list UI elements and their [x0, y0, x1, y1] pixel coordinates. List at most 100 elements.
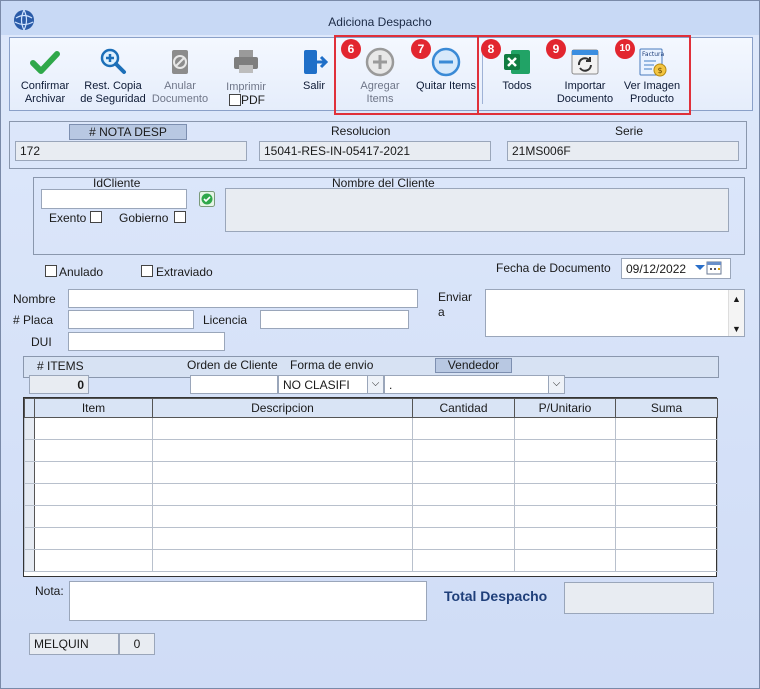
import-refresh-icon — [571, 49, 599, 75]
table-cell[interactable] — [34, 505, 153, 528]
vendedor-label: Vendedor — [435, 358, 512, 373]
fecha-documento-value: 09/12/2022 — [626, 262, 687, 276]
table-row[interactable] — [24, 439, 718, 462]
anulado-checkbox[interactable] — [45, 265, 57, 277]
confirm-archive-button[interactable]: Confirmar Archivar — [14, 38, 76, 110]
table-cell[interactable] — [412, 417, 515, 440]
table-row[interactable] — [24, 527, 718, 550]
table-cell[interactable] — [514, 483, 616, 506]
nota-desp-label: # NOTA DESP — [69, 124, 187, 140]
chevron-down-icon[interactable]: ⌵ — [367, 376, 383, 393]
dui-input[interactable] — [68, 332, 225, 351]
orden-cliente-input[interactable] — [190, 375, 278, 394]
table-cell[interactable] — [412, 461, 515, 484]
table-cell[interactable] — [615, 461, 718, 484]
remove-items-label: Quitar Items — [416, 80, 476, 92]
table-row[interactable] — [24, 549, 718, 572]
cancel-document-button[interactable]: Anular Documento — [148, 38, 212, 110]
svg-text:Factura: Factura — [642, 51, 664, 58]
table-cell[interactable] — [615, 549, 718, 572]
nombre-label: Nombre — [13, 292, 56, 306]
table-cell[interactable] — [615, 527, 718, 550]
items-count-label: # ITEMS — [37, 359, 84, 373]
table-cell[interactable] — [152, 505, 413, 528]
excel-icon — [504, 50, 530, 74]
gobierno-checkbox[interactable] — [174, 211, 186, 223]
table-cell[interactable] — [412, 483, 515, 506]
table-cell[interactable] — [615, 505, 718, 528]
table-cell[interactable] — [412, 505, 515, 528]
extraviado-checkbox[interactable] — [141, 265, 153, 277]
title-bar: Adiciona Despacho — [1, 1, 759, 35]
print-button[interactable]: Imprimir PDF — [216, 38, 276, 110]
confirm-archive-label: Confirmar Archivar — [20, 80, 70, 105]
table-cell[interactable] — [615, 417, 718, 440]
table-cell[interactable] — [152, 527, 413, 550]
dialog-window: Adiciona Despacho Confirmar Archivar Res… — [0, 0, 760, 689]
exit-button[interactable]: Salir — [286, 38, 342, 110]
column-header-cantidad[interactable]: Cantidad — [412, 398, 515, 418]
enviar-a-textarea[interactable]: ▲ ▼ — [485, 289, 745, 337]
table-cell[interactable] — [615, 483, 718, 506]
column-header-item[interactable]: Item — [34, 398, 153, 418]
nota-label: Nota: — [35, 584, 64, 598]
column-header-punitario[interactable]: P/Unitario — [514, 398, 616, 418]
nombre-input[interactable] — [68, 289, 418, 308]
callout-badge-8: 8 — [481, 39, 501, 59]
table-cell[interactable] — [514, 417, 616, 440]
validate-check-icon[interactable] — [199, 191, 215, 207]
table-cell[interactable] — [514, 439, 616, 462]
forma-envio-select[interactable]: NO CLASIFI ⌵ — [278, 375, 384, 394]
total-despacho-field — [564, 582, 714, 614]
column-header-descripcion[interactable]: Descripcion — [152, 398, 413, 418]
table-cell[interactable] — [34, 549, 153, 572]
table-cell[interactable] — [615, 439, 718, 462]
nombre-cliente-field[interactable] — [225, 188, 729, 232]
export-all-label: Todos — [502, 80, 532, 92]
resolucion-field[interactable]: 15041-RES-IN-05417-2021 — [259, 141, 491, 161]
table-cell[interactable] — [152, 417, 413, 440]
table-cell[interactable] — [152, 549, 413, 572]
licencia-input[interactable] — [260, 310, 409, 329]
table-cell[interactable] — [514, 461, 616, 484]
table-cell[interactable] — [34, 461, 153, 484]
serie-field[interactable]: 21MS006F — [507, 141, 739, 161]
table-cell[interactable] — [152, 439, 413, 462]
nota-textarea[interactable] — [69, 581, 427, 621]
placa-input[interactable] — [68, 310, 194, 329]
restore-backup-button[interactable]: Rest. Copia de Seguridad — [78, 38, 148, 110]
table-cell[interactable] — [412, 439, 515, 462]
table-cell[interactable] — [412, 527, 515, 550]
user-count-field: 0 — [119, 633, 155, 655]
id-cliente-label: IdCliente — [93, 176, 141, 190]
calendar-dropdown-icon[interactable] — [693, 261, 725, 275]
table-row[interactable] — [24, 461, 718, 484]
table-row[interactable] — [24, 483, 718, 506]
table-cell[interactable] — [152, 483, 413, 506]
table-row[interactable] — [24, 505, 718, 528]
table-cell[interactable] — [152, 461, 413, 484]
row-header-cell — [24, 527, 35, 550]
table-cell[interactable] — [34, 439, 153, 462]
nota-desp-field[interactable]: 172 — [15, 141, 247, 161]
cancel-document-icon — [172, 50, 188, 74]
table-cell[interactable] — [34, 527, 153, 550]
vendedor-select[interactable]: . ⌵ — [384, 375, 565, 394]
table-cell[interactable] — [34, 483, 153, 506]
scroll-up-icon[interactable]: ▲ — [729, 292, 744, 306]
chevron-down-icon[interactable]: ⌵ — [548, 376, 564, 393]
minus-circle-icon — [431, 47, 461, 77]
table-cell[interactable] — [412, 549, 515, 572]
table-row[interactable] — [24, 417, 718, 440]
table-cell[interactable] — [514, 505, 616, 528]
row-header-cell — [24, 505, 35, 528]
exento-checkbox[interactable] — [90, 211, 102, 223]
scroll-down-icon[interactable]: ▼ — [729, 322, 744, 336]
table-cell[interactable] — [34, 417, 153, 440]
table-cell[interactable] — [514, 527, 616, 550]
enviar-a-scrollbar[interactable]: ▲ ▼ — [728, 290, 744, 336]
column-header-suma[interactable]: Suma — [615, 398, 718, 418]
items-table[interactable]: Item Descripcion Cantidad P/Unitario Sum… — [23, 397, 718, 577]
id-cliente-input[interactable] — [41, 189, 187, 209]
table-cell[interactable] — [514, 549, 616, 572]
